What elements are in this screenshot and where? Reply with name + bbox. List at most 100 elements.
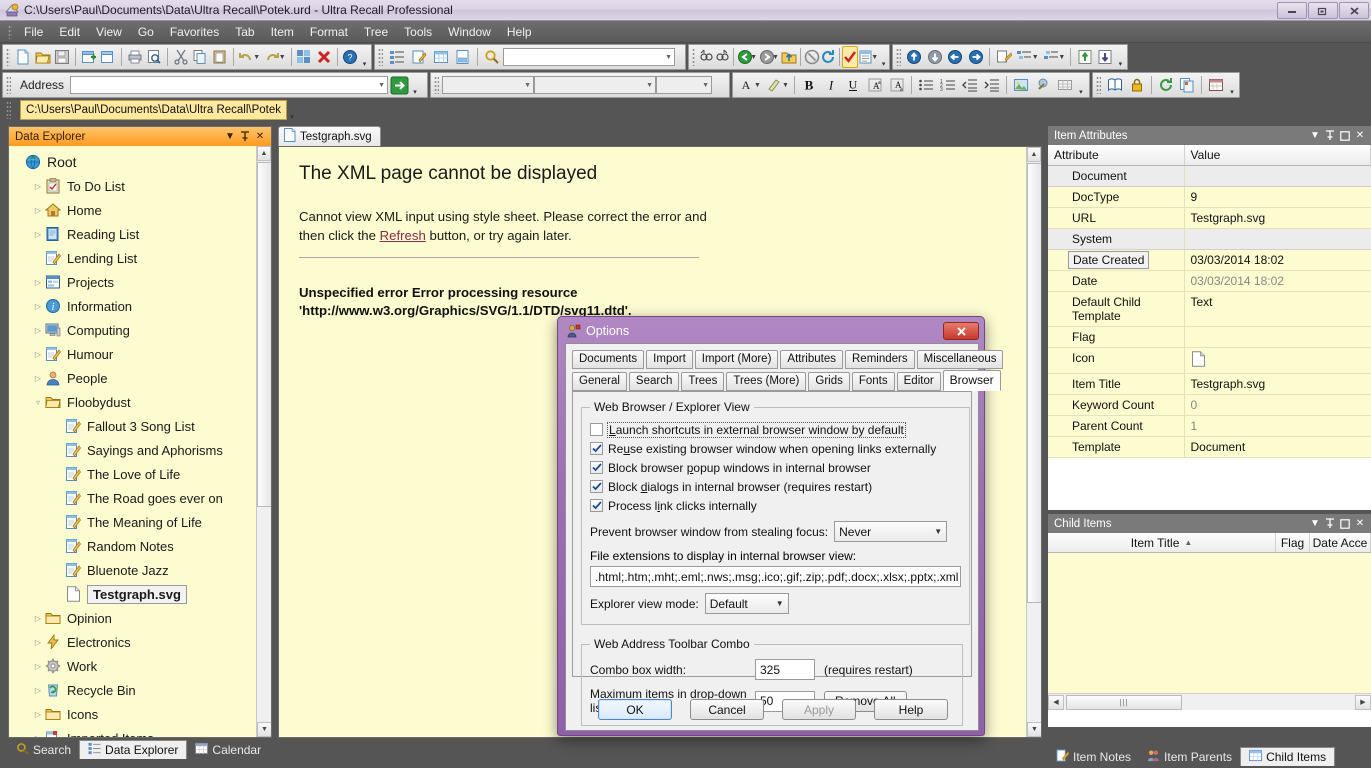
tree-node[interactable]: Fallout 3 Song List — [13, 414, 271, 438]
expander-icon[interactable]: ▷ — [33, 206, 43, 215]
chevron-down-icon[interactable]: ▼ — [1308, 517, 1322, 531]
restore-button[interactable] — [1308, 2, 1338, 19]
attribute-value[interactable]: 9 — [1183, 186, 1371, 208]
options-tab-trees-more[interactable]: Trees (More) — [726, 372, 807, 391]
copy-item-icon[interactable] — [99, 46, 119, 68]
expander-icon[interactable]: ▷ — [33, 638, 43, 647]
column-attribute[interactable]: Attribute — [1048, 145, 1185, 166]
tree-node[interactable]: ▷ Electronics — [13, 630, 271, 654]
attribute-value[interactable]: 0 — [1183, 394, 1371, 416]
organize-icon[interactable] — [295, 46, 315, 68]
expander-icon[interactable]: ▷ — [33, 350, 43, 359]
attribute-value[interactable] — [1183, 347, 1371, 374]
attribute-row[interactable]: Icon — [1048, 347, 1371, 374]
menu-item-go[interactable]: Go — [130, 23, 162, 41]
attribute-row[interactable]: Date Created 03/03/2014 18:02 — [1048, 249, 1371, 271]
redo-icon[interactable] — [262, 46, 282, 68]
attribute-row[interactable]: Flag — [1048, 326, 1371, 348]
move-down-icon[interactable] — [924, 46, 945, 68]
attribute-value[interactable]: 03/03/2014 18:02 — [1183, 249, 1371, 271]
promote-icon[interactable] — [1074, 46, 1095, 68]
collapse-icon[interactable] — [1041, 46, 1062, 68]
stop-icon[interactable] — [804, 46, 820, 68]
insert-link-icon[interactable] — [1032, 74, 1054, 96]
find-prev-icon[interactable] — [698, 46, 714, 68]
highlight-icon[interactable] — [763, 74, 785, 96]
toolbar-grip[interactable] — [896, 48, 901, 66]
demote-icon[interactable] — [1095, 46, 1116, 68]
expander-icon[interactable]: ▷ — [33, 686, 43, 695]
options-close-button[interactable] — [943, 322, 979, 340]
checkbox-unchecked-icon[interactable] — [590, 423, 603, 436]
menu-item-file[interactable]: File — [16, 23, 51, 41]
tree-node[interactable]: ▷ Humour — [13, 342, 271, 366]
attribute-value[interactable] — [1183, 326, 1371, 348]
tree-node[interactable]: ▿ Floobydust — [13, 390, 271, 414]
up-folder-icon[interactable] — [781, 46, 797, 68]
chevron-down-icon[interactable]: ▼ — [524, 82, 531, 89]
chevron-down-icon[interactable]: ▼ — [702, 82, 709, 89]
tree-node[interactable]: ▷ To Do List — [13, 174, 271, 198]
subscript-icon[interactable]: Aa — [886, 74, 908, 96]
scroll-thumb[interactable]: ||| — [1066, 694, 1182, 710]
toolbar-grip[interactable] — [6, 76, 11, 94]
expander-icon[interactable]: ▷ — [33, 278, 43, 287]
menu-item-favorites[interactable]: Favorites — [162, 23, 227, 41]
checkbox-row[interactable]: Block dialogs in internal browser (requi… — [590, 477, 961, 496]
data-explorer-tree[interactable]: Root ▷ To Do List ▷ Home ▷ Reading List Lending… — [9, 146, 271, 737]
attribute-row[interactable]: Keyword Count 0 — [1048, 394, 1371, 416]
tree-node[interactable]: ▷ Work — [13, 654, 271, 678]
checkbox-checked-icon[interactable] — [590, 480, 603, 493]
refresh-icon[interactable] — [820, 46, 836, 68]
move-up-icon[interactable] — [904, 46, 925, 68]
options-tab-import[interactable]: Import — [646, 350, 693, 369]
chevron-down-icon[interactable]: ▼ — [646, 82, 653, 89]
tree-node[interactable]: ▷ Projects — [13, 270, 271, 294]
underline-icon[interactable]: U — [842, 74, 864, 96]
extensions-input[interactable]: .html;.htm;.mht;.eml;.nws;.msg;.ico;.gif… — [590, 566, 961, 587]
properties-icon[interactable] — [858, 46, 874, 68]
print-icon[interactable] — [125, 46, 145, 68]
toolbar-grip[interactable] — [6, 48, 11, 66]
menu-item-tab[interactable]: Tab — [227, 23, 262, 41]
maximize-icon[interactable] — [1338, 517, 1352, 531]
expander-icon[interactable]: ▷ — [33, 302, 43, 311]
scroll-right-button[interactable]: ▶ — [1355, 694, 1371, 710]
paste-special-icon[interactable] — [993, 46, 1014, 68]
tab-item-parents[interactable]: Item Parents — [1139, 747, 1240, 766]
expander-icon[interactable]: ▷ — [33, 734, 43, 738]
attribute-value[interactable]: Testgraph.svg — [1183, 373, 1371, 395]
pin-icon[interactable] — [1323, 129, 1337, 143]
lock-icon[interactable] — [1126, 74, 1148, 96]
attribute-row[interactable]: DocType 9 — [1048, 186, 1371, 208]
options-tab-trees[interactable]: Trees — [681, 372, 725, 391]
tree-node[interactable]: ▷ Recycle Bin — [13, 678, 271, 702]
combo-width-input[interactable]: 325 — [755, 659, 815, 680]
checkbox-checked-icon[interactable] — [590, 499, 603, 512]
toolbar-overflow-icon[interactable]: ▾ — [360, 46, 369, 68]
forward-icon[interactable] — [759, 46, 775, 68]
toolbar-grip[interactable] — [378, 48, 383, 66]
expand-icon[interactable] — [1014, 46, 1035, 68]
menu-item-help[interactable]: Help — [499, 23, 540, 41]
tree-node[interactable]: Sayings and Aphorisms — [13, 438, 271, 462]
attribute-value[interactable]: Document — [1183, 436, 1371, 458]
menu-item-tools[interactable]: Tools — [396, 23, 440, 41]
menu-item-edit[interactable]: Edit — [51, 23, 88, 41]
menu-item-view[interactable]: View — [88, 23, 130, 41]
new-item-icon[interactable] — [79, 46, 99, 68]
chevron-down-icon[interactable]: ▼ — [934, 527, 942, 536]
back-icon[interactable] — [737, 46, 753, 68]
tree-node[interactable]: ▷ Icons — [13, 702, 271, 726]
apply-button[interactable]: Apply — [782, 699, 856, 720]
close-icon[interactable]: ✕ — [253, 130, 267, 144]
tab-calendar[interactable]: Calendar — [187, 740, 269, 759]
options-tab-reminders[interactable]: Reminders — [845, 350, 915, 369]
column-flag[interactable]: Flag — [1276, 533, 1310, 552]
dictionary-icon[interactable] — [1104, 74, 1126, 96]
attribute-value[interactable]: Testgraph.svg — [1183, 207, 1371, 229]
attribute-row[interactable]: Template Document — [1048, 436, 1371, 458]
decrease-indent-icon[interactable] — [959, 74, 981, 96]
close-icon[interactable]: ✕ — [1353, 129, 1367, 143]
options-tab-editor[interactable]: Editor — [896, 372, 941, 391]
